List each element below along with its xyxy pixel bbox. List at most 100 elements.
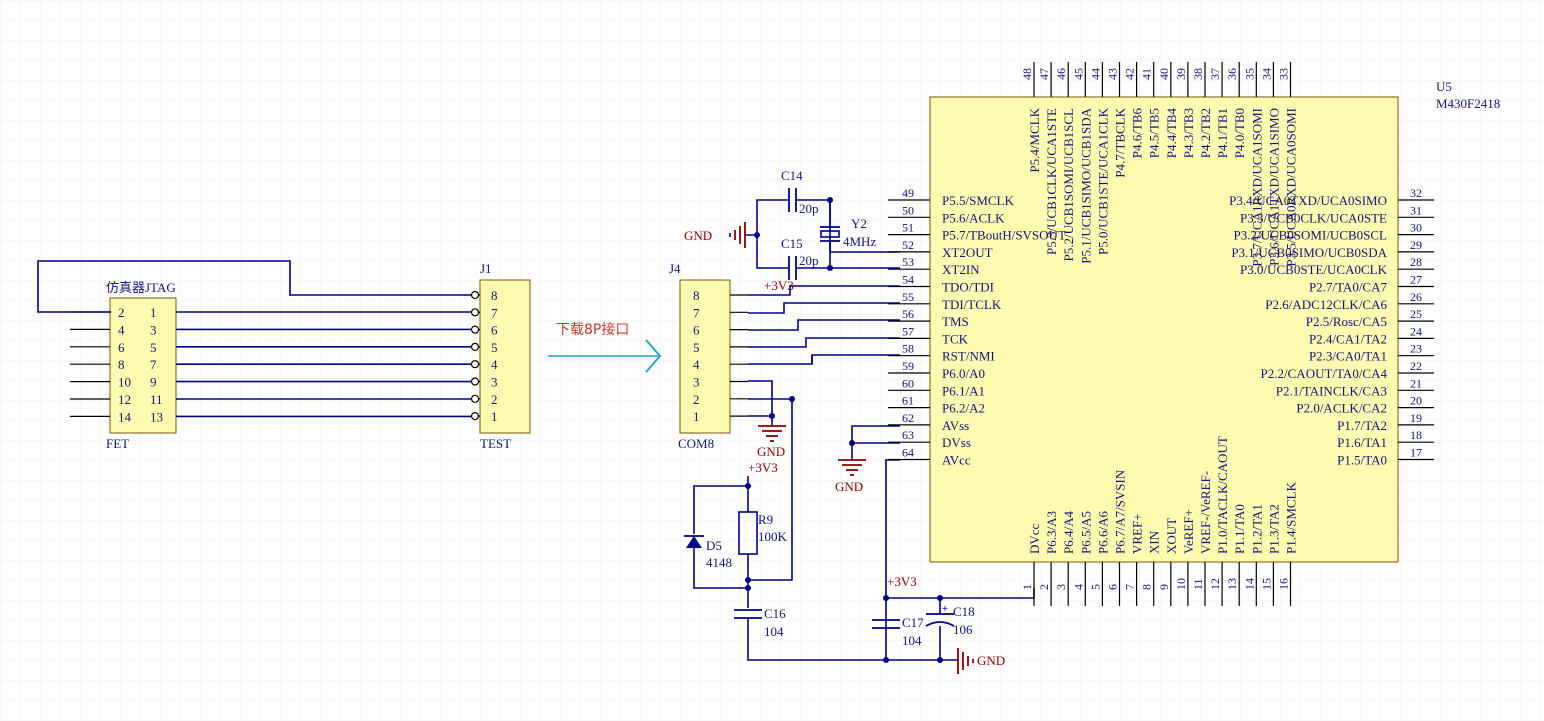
fet-designator: FET [106, 436, 129, 451]
u5-top-pin-name: P4.6/TB6 [1130, 108, 1145, 159]
u5-bottom-pin-name: DVcc [1027, 523, 1042, 554]
u5-left-pin-num: 60 [902, 376, 914, 390]
u5-bottom-pin-num: 9 [1157, 584, 1171, 590]
u5-left-pin-num: 61 [902, 394, 914, 408]
u5-left-pin-name: RST/NMI [942, 349, 995, 364]
u5-right-pin-name: P2.7/TA0/CA7 [1309, 280, 1388, 295]
u5-right-pin-name: P2.2/CAOUT/TA0/CA4 [1261, 366, 1388, 381]
u5-bottom-pin-name: VREF-/VeREF- [1198, 471, 1213, 554]
download-label: 下载8P接口 [556, 321, 629, 338]
j1-pin-label: 8 [491, 288, 498, 303]
fet-pin-label-right: 7 [150, 357, 157, 372]
u5-top-pin-name: P5.1/UCB1SIMO/UCB1SDA [1078, 107, 1093, 263]
u5-bottom-pin-num: 1 [1020, 584, 1034, 590]
j1-body [479, 279, 531, 434]
u5-bottom-pin-num: 5 [1088, 584, 1102, 590]
fet-pin-label-right: 9 [150, 375, 157, 390]
j1-pin-terminal[interactable] [470, 394, 480, 403]
j1-pin-label: 2 [491, 392, 498, 407]
fet-pin-label-left: 8 [118, 357, 125, 372]
j1-pin-label: 7 [491, 305, 498, 320]
gnd-label-bottom: GND [977, 653, 1005, 668]
j1-pin-terminal[interactable] [470, 360, 480, 369]
junction-gnd-bottom-2 [937, 657, 943, 663]
u5-left-pin-name: AVcc [942, 453, 971, 468]
u5-bottom-pin-name: P1.0/TACLK/CAOUT [1215, 436, 1230, 554]
junction-rst [789, 396, 795, 402]
u5-right-pin-name: P2.6/ADC12CLK/CA6 [1265, 297, 1387, 312]
u5-left-pin-name: TDI/TCLK [942, 297, 1002, 312]
u5-left-pin-num: 64 [902, 446, 914, 460]
u5-right-pin-num: 23 [1410, 342, 1422, 356]
u5-top-pin-num: 40 [1157, 68, 1171, 80]
u5-top-pin-name: P3.7/UCA1RXD/UCA1SOMI [1249, 108, 1264, 267]
u5-top-pin-num: 48 [1020, 68, 1034, 80]
u5-top-pin-name: P4.4/TB4 [1164, 108, 1179, 159]
u5-bottom-pin-num: 12 [1208, 578, 1222, 590]
c14-value: 20p [799, 201, 819, 216]
u5-right-pin-num: 18 [1410, 428, 1422, 442]
fet-pin-label-left: 14 [118, 409, 132, 424]
u5-left-pin-name: TMS [942, 314, 969, 329]
j1-pin-terminal[interactable] [470, 325, 480, 334]
u5-bottom-pin-name: P6.6/A6 [1095, 511, 1110, 554]
fet-pin-label-left: 2 [118, 305, 125, 320]
u5-right-pin-num: 29 [1410, 238, 1422, 252]
u5-top-pin-name: P5.4/MCLK [1027, 107, 1042, 172]
u5-bottom-pin-num: 3 [1054, 584, 1068, 590]
junction-vss [849, 440, 855, 446]
u5-left-pin-num: 59 [902, 359, 914, 373]
u5-left-pin-name: XT2IN [942, 262, 980, 277]
j1-pin-terminal[interactable] [470, 308, 480, 317]
j1-connector[interactable]: J1 TEST 8 7 6 5 4 3 2 1 [470, 261, 531, 451]
u5-bottom-pin-num: 4 [1071, 584, 1085, 590]
fet-pin-label-right: 1 [150, 305, 157, 320]
u5-bottom-pin-name: XIN [1147, 530, 1162, 554]
j1-pin-label: 4 [491, 357, 498, 372]
u5-right-pin-num: 21 [1410, 376, 1422, 390]
vcc-label-reset: +3V3 [748, 460, 778, 475]
j1-pin-label: 3 [491, 375, 498, 390]
fet-title: 仿真器JTAG [106, 280, 176, 295]
u5-right-pin-name: P1.6/TA1 [1337, 435, 1387, 450]
u5-left-pin-name: TDO/TDI [942, 280, 994, 295]
u5-left-pin-name: P6.0/A0 [942, 366, 985, 381]
j1-pin-terminal[interactable] [470, 342, 480, 351]
u5-top-pin-name: P5.0/UCB1STE/UCA1CLK [1095, 107, 1110, 255]
u5-left-pin-num: 52 [902, 238, 914, 252]
c15-designator: C15 [781, 236, 803, 251]
u5-left-pin-num: 63 [902, 428, 914, 442]
junction-gnd-bottom [883, 657, 889, 663]
u5-top-pin-num: 45 [1071, 68, 1085, 80]
j4-pin-label: 3 [693, 375, 700, 390]
j1-pin-label: 5 [491, 340, 498, 355]
c14-designator: C14 [781, 168, 803, 183]
j4-pin-label: 8 [693, 288, 700, 303]
junction-j4-gnd [769, 413, 775, 419]
u5-right-pin-num: 22 [1410, 359, 1422, 373]
c18-designator: C18 [953, 604, 975, 619]
u5-left-pin-num: 54 [902, 273, 914, 287]
u5-right-pin-num: 20 [1410, 394, 1422, 408]
c16-designator: C16 [764, 606, 786, 621]
fet-pin-label-left: 10 [118, 375, 131, 390]
j4-designator: J4 [669, 261, 681, 276]
j4-pin-label: 5 [693, 340, 700, 355]
fet-pin-label-left: 6 [118, 340, 125, 355]
r9-value: 100K [758, 529, 788, 544]
junction-reset-2 [745, 585, 751, 591]
fet-pin-label-right: 3 [150, 322, 157, 337]
u5-left-pin-name: P6.2/A2 [942, 401, 985, 416]
c17-value: 104 [902, 633, 922, 648]
u5-top-pin-num: 43 [1106, 68, 1120, 80]
j1-pin-terminal[interactable] [470, 377, 480, 386]
u5-left-pin-num: 57 [902, 324, 914, 338]
u5-top-pin-num: 33 [1277, 68, 1291, 80]
u5-left-pin-name: XT2OUT [942, 245, 993, 260]
j1-pin-terminal[interactable] [470, 412, 480, 421]
u5-right-pin-name: P2.1/TAINCLK/CA3 [1276, 383, 1387, 398]
gnd-label-vss: GND [835, 479, 863, 494]
u5-right-pin-name: P1.7/TA2 [1337, 418, 1387, 433]
j1-pin-terminal[interactable] [470, 290, 480, 300]
u5-right-pin-num: 24 [1410, 324, 1422, 338]
